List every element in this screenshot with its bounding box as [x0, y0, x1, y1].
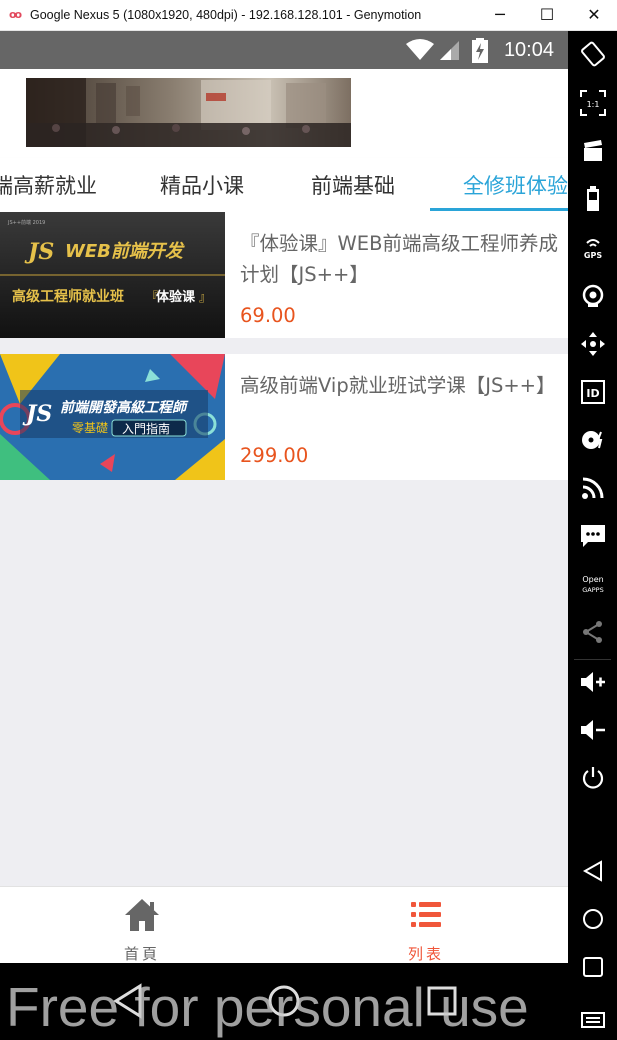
svg-text:GAPPS: GAPPS: [582, 586, 603, 594]
emulator-toolbar: 1:1 GPS ID Open GAPPS: [568, 31, 617, 1040]
thumb-line3: 入門指南: [122, 421, 170, 436]
svg-text:1:1: 1:1: [586, 100, 599, 109]
sms-button[interactable]: [568, 518, 617, 554]
pixel-perfect-button[interactable]: 1:1: [568, 85, 617, 121]
maximize-button[interactable]: ☐: [527, 2, 567, 28]
open-gapps-icon: Open GAPPS: [582, 575, 603, 594]
volume-up-button[interactable]: [568, 664, 617, 700]
home-circle-icon: [582, 909, 603, 929]
nav-home-label: 首頁: [123, 945, 160, 963]
category-tabs: 端高薪就业 精品小课 前端基础 全修班体验: [0, 158, 568, 212]
thumb-line1: 前端開發高級工程師: [60, 399, 189, 416]
bottom-tab-bar: 首頁 列表: [0, 886, 568, 963]
thumb-small-text: JS++前端 2019: [7, 219, 45, 226]
course-card[interactable]: JS 前端開發高級工程師 零基礎 入門指南 高级前端Vip就业班试学课【JS++…: [0, 354, 568, 480]
battery-icon: [586, 186, 599, 211]
genymotion-logo-icon: oo: [9, 8, 22, 21]
minimize-button[interactable]: ─: [480, 2, 520, 28]
disk-icon: [581, 431, 602, 449]
nav-list[interactable]: 列表: [366, 887, 486, 964]
svg-text:ID: ID: [586, 387, 599, 400]
battery-button[interactable]: [568, 181, 617, 217]
open-gapps-button[interactable]: Open GAPPS: [568, 566, 617, 602]
banner-area: [0, 69, 568, 158]
tab-premium-mini-course[interactable]: 精品小课: [160, 170, 244, 200]
course-title: 『体验课』WEB前端高级工程师养成计划【JS++】: [240, 232, 558, 286]
thumb-logo: JS: [22, 401, 52, 427]
dpad-icon: [580, 332, 605, 356]
course-title: 高级前端Vip就业班试学课【JS++】: [240, 374, 556, 397]
thumb-line3: 体验课: [156, 289, 196, 305]
volume-down-icon: [580, 720, 605, 740]
course-thumbnail: JS++前端 2019 JS WEB前端开发 高级工程师就业班 『 体验课 』: [0, 212, 225, 338]
tab-frontend-basics[interactable]: 前端基础: [311, 170, 395, 200]
tab-full-course-trial[interactable]: 全修班体验: [463, 170, 568, 200]
active-tab-indicator: [430, 208, 568, 211]
thumb-line2: 高级工程师就业班: [12, 288, 124, 305]
watermark: Free for personal use: [6, 976, 529, 1038]
message-icon: [580, 525, 605, 547]
status-time: 10:04: [503, 39, 554, 61]
close-button[interactable]: ✕: [574, 2, 614, 28]
window-title: Google Nexus 5 (1080x1920, 480dpi) - 192…: [30, 8, 422, 22]
toolbar-divider: [574, 659, 611, 660]
rss-icon: [581, 477, 603, 499]
course-price: 299.00: [240, 444, 309, 467]
nav-recents-button[interactable]: [568, 949, 617, 985]
app-content: 端高薪就业 精品小课 前端基础 全修班体验 JS++前端 2019 JS WEB…: [0, 69, 568, 963]
thumb-line1: WEB前端开发: [65, 241, 185, 262]
cast-button[interactable]: [568, 470, 617, 506]
home-icon: [125, 899, 159, 931]
rotate-button[interactable]: [568, 36, 617, 72]
rotate-icon: [580, 41, 605, 67]
volume-up-icon: [580, 672, 605, 692]
screen-capture-button[interactable]: [568, 133, 617, 169]
pixel-perfect-icon: 1:1: [579, 90, 606, 116]
status-bar: 10:04: [0, 31, 568, 69]
clapperboard-icon: [583, 140, 602, 161]
gps-icon: GPS: [583, 239, 602, 260]
cell-signal-icon: [440, 41, 459, 60]
volume-down-button[interactable]: [568, 712, 617, 748]
menu-icon: [580, 1012, 605, 1028]
course-price: 69.00: [240, 304, 296, 327]
svg-text:』: 』: [199, 290, 211, 304]
webcam-icon: [582, 284, 603, 307]
course-thumbnail: JS 前端開發高級工程師 零基礎 入門指南: [0, 354, 225, 480]
back-triangle-icon: [582, 860, 602, 882]
device-id-button[interactable]: ID: [568, 374, 617, 410]
disk-io-button[interactable]: [568, 422, 617, 458]
power-icon: [582, 767, 603, 789]
thumb-logo: JS: [24, 239, 54, 265]
nav-home[interactable]: 首頁: [82, 887, 202, 964]
gps-button[interactable]: GPS: [568, 229, 617, 265]
course-card[interactable]: JS++前端 2019 JS WEB前端开发 高级工程师就业班 『 体验课 』 …: [0, 212, 568, 338]
window-titlebar: oo Google Nexus 5 (1080x1920, 480dpi) - …: [0, 0, 617, 31]
id-icon: ID: [580, 380, 605, 404]
power-button[interactable]: [568, 760, 617, 796]
svg-text:GPS: GPS: [583, 251, 601, 260]
banner-image[interactable]: [26, 78, 351, 147]
list-icon: [411, 902, 441, 927]
battery-charging-icon: [472, 38, 488, 63]
share-icon: [582, 621, 602, 643]
recents-square-icon: [582, 957, 603, 977]
nav-home-button[interactable]: [568, 901, 617, 937]
nav-back-button[interactable]: [568, 853, 617, 889]
wifi-icon: [406, 39, 434, 60]
share-button[interactable]: [568, 614, 617, 650]
thumb-line2: 零基礎: [72, 421, 108, 435]
menu-button[interactable]: [568, 1001, 617, 1037]
svg-text:Open: Open: [582, 575, 603, 584]
nav-list-label: 列表: [407, 945, 444, 963]
tab-high-salary[interactable]: 端高薪就业: [0, 170, 97, 200]
dpad-button[interactable]: [568, 326, 617, 362]
webcam-button[interactable]: [568, 278, 617, 314]
